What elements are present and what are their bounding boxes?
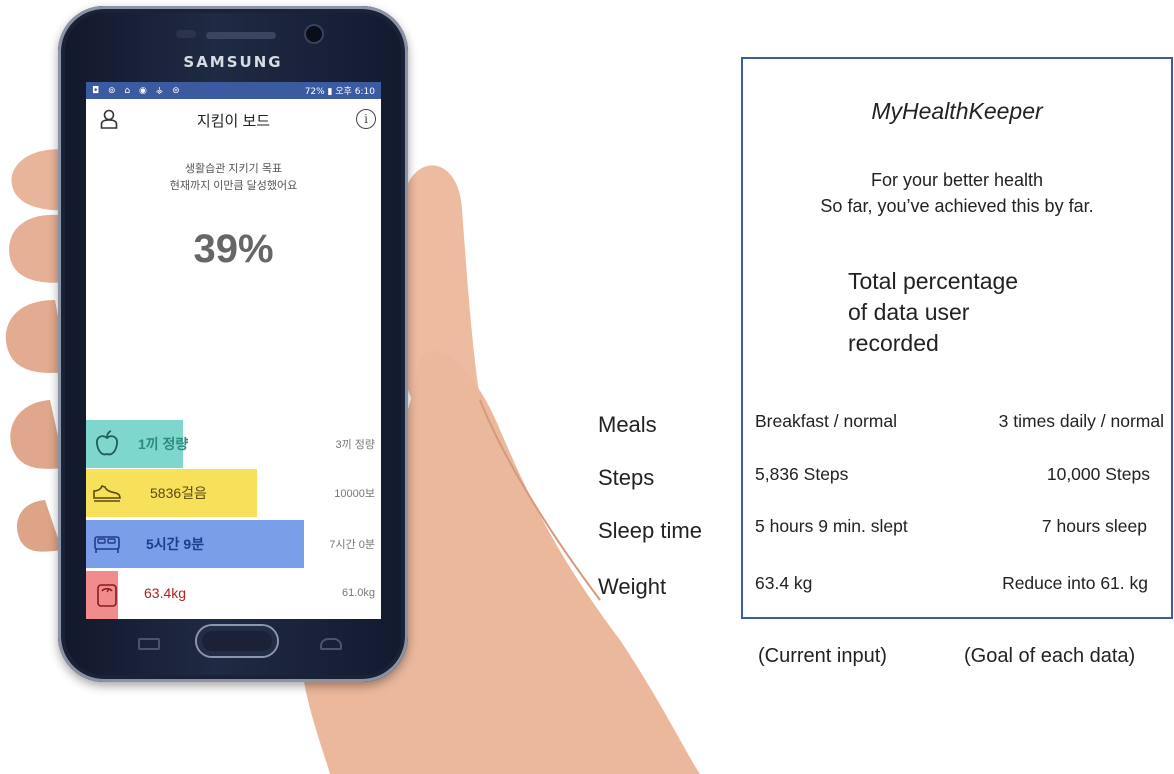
goal-steps: 10,000 Steps	[1046, 464, 1150, 484]
app-header: 지킴이 보드 i	[86, 99, 381, 137]
recent-apps-key[interactable]	[138, 638, 160, 650]
goal-sleep: 7 hours sleep	[1041, 516, 1147, 536]
goal-caption: (Goal of each data)	[964, 645, 1136, 667]
pct-desc-line-1: Total percentage	[848, 268, 1019, 294]
goal-description: 생활습관 지키기 목표 현재까지 이만큼 달성했어요	[86, 161, 381, 195]
shoe-icon	[93, 484, 121, 502]
row-label-weight: Weight	[598, 574, 667, 599]
goal-line-2: 현재까지 이만큼 달성했어요	[169, 180, 298, 192]
weight-current: 63.4kg	[144, 585, 187, 601]
back-key[interactable]	[320, 638, 342, 650]
row-label-steps: Steps	[598, 465, 655, 490]
status-bar: ◘ ⊚ ⌂ ◉ ⚶ ⊜ 72% ▮ 오후 6:10	[86, 82, 381, 99]
current-steps: 5,836 Steps	[755, 464, 849, 484]
tagline: For your better health So far, you’ve ac…	[741, 167, 1173, 219]
current-meals: Breakfast / normal	[755, 411, 897, 431]
sleep-goal: 7시간 0분	[329, 539, 375, 551]
meals-goal: 3끼 정량	[335, 439, 375, 451]
achievement-percent: 39%	[193, 227, 274, 271]
row-label-meals: Meals	[598, 412, 657, 437]
weight-goal: 61.0kg	[341, 587, 375, 599]
notification-icons: ◘ ⊚ ⌂ ◉ ⚶ ⊜	[92, 85, 183, 96]
status-right-text: 72% ▮ 오후 6:10	[304, 87, 375, 97]
info-icon[interactable]: i	[356, 109, 376, 129]
bed-icon	[94, 536, 120, 553]
phone-device: SAMSUNG ◘ ⊚ ⌂ ◉ ⚶ ⊜ 72% ▮ 오후 6:10 지킴이 보드…	[58, 6, 408, 682]
row-label-sleep: Sleep time	[598, 518, 702, 543]
current-sleep: 5 hours 9 min. slept	[755, 516, 908, 536]
scale-icon	[97, 584, 117, 607]
meals-current: 1끼 정량	[138, 436, 189, 452]
sleep-current: 5시간 9분	[146, 536, 205, 552]
app-name: MyHealthKeeper	[871, 98, 1043, 124]
current-input-caption: (Current input)	[758, 645, 887, 667]
goal-line-1: 생활습관 지키기 목표	[184, 163, 283, 175]
sensor-cluster	[176, 30, 196, 38]
metric-row-weight[interactable]: 63.4kg 61.0kg	[86, 571, 381, 619]
steps-goal: 10000보	[334, 488, 375, 500]
tagline-line-2: So far, you’ve achieved this by far.	[820, 196, 1094, 216]
goal-meals: 3 times daily / normal	[998, 411, 1164, 431]
goal-weight: Reduce into 61. kg	[1002, 573, 1148, 593]
front-camera	[306, 26, 322, 42]
apple-icon	[96, 430, 118, 456]
steps-current: 5836걸음	[150, 485, 207, 501]
earpiece-speaker	[206, 32, 276, 39]
metric-row-sleep[interactable]: 5시간 9분 7시간 0분	[86, 520, 381, 568]
pct-desc-line-3: recorded	[848, 330, 939, 356]
current-weight: 63.4 kg	[755, 573, 813, 593]
home-button[interactable]	[197, 626, 277, 656]
phone-screen: ◘ ⊚ ⌂ ◉ ⚶ ⊜ 72% ▮ 오후 6:10 지킴이 보드 i 생활습관 …	[86, 82, 381, 619]
app-title: 지킴이 보드	[196, 113, 271, 130]
percentage-description: Total percentage of data user recorded	[848, 266, 1018, 359]
pct-desc-line-2: of data user	[848, 299, 970, 325]
metric-row-meals[interactable]: 1끼 정량 3끼 정량	[86, 420, 381, 468]
tagline-line-1: For your better health	[870, 170, 1044, 190]
metric-row-steps[interactable]: 5836걸음 10000보	[86, 469, 381, 517]
phone-brand: SAMSUNG	[183, 53, 283, 71]
